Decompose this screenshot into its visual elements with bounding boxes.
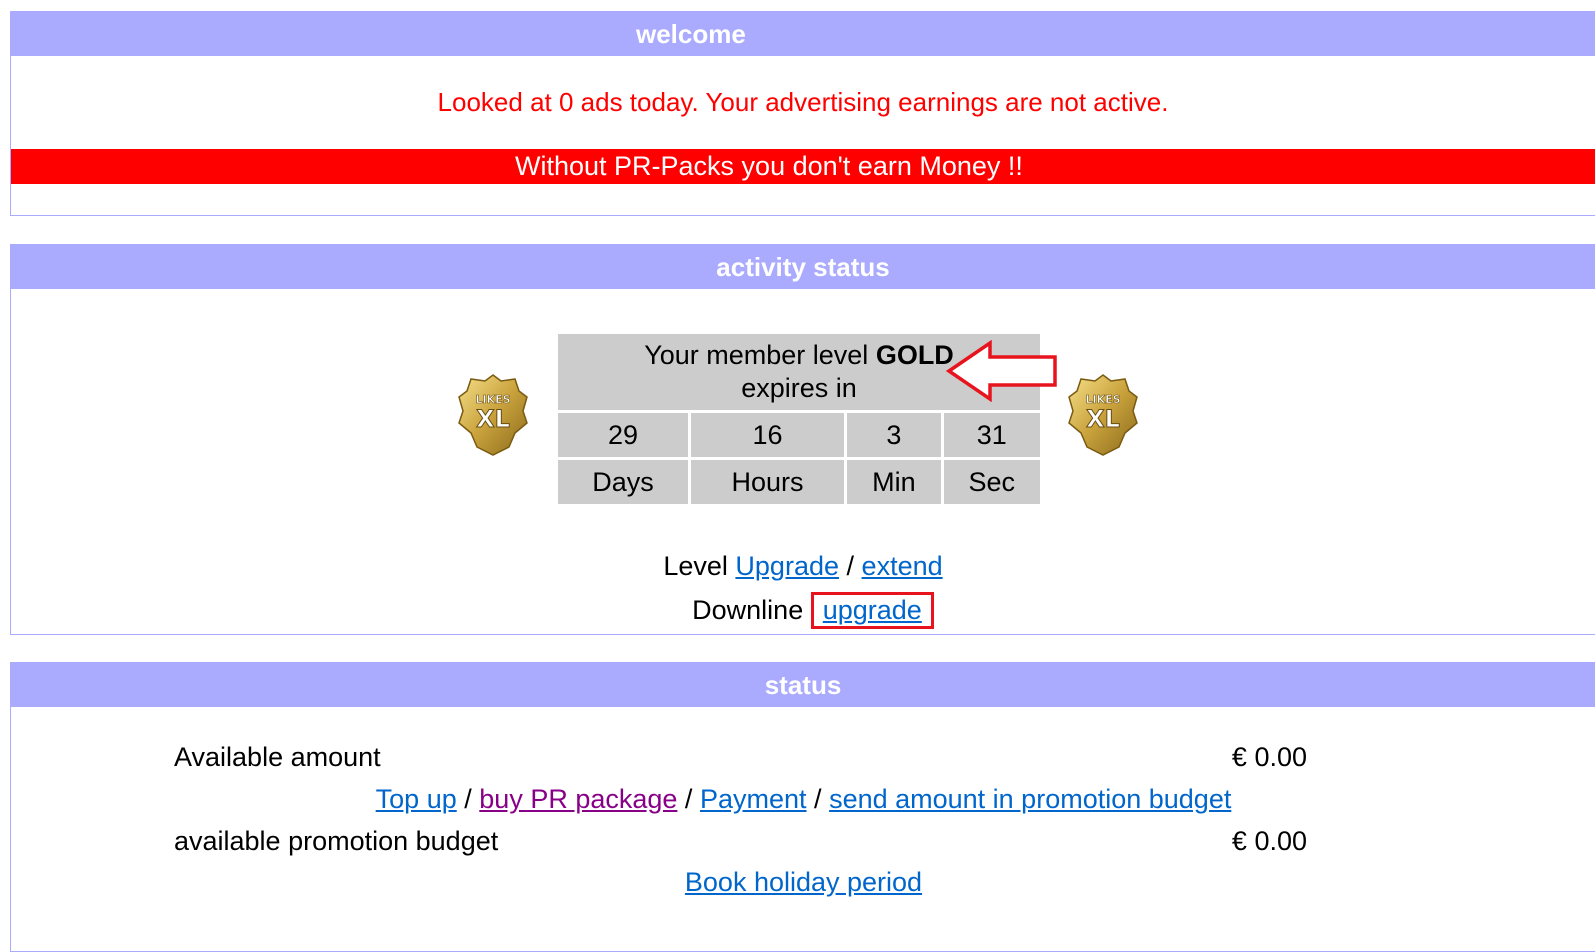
hours-value: 16 [690,413,845,457]
seconds-label: Sec [943,460,1040,504]
ads-notice: Looked at 0 ads today. Your advertising … [437,87,1169,117]
red-arrow-icon [946,340,1057,402]
minutes-label: Min [847,460,941,504]
separator: / [846,551,855,581]
pr-packs-warning: Without PR-Packs you don't earn Money !! [11,149,1595,184]
funding-links-row: Top up / buy PR package / Payment / send… [11,784,1595,815]
status-header: status [11,663,1595,707]
holiday-row: Book holiday period [11,867,1595,898]
downline-row: Downline upgrade [11,592,1595,629]
downline-label: Downline [692,595,804,625]
send-to-promotion-budget-link[interactable]: send amount in promotion budget [829,784,1231,814]
downline-upgrade-link[interactable]: upgrade [823,595,922,625]
downline-upgrade-highlight: upgrade [810,592,934,629]
minutes-value: 3 [847,413,941,457]
level-extend-link[interactable]: extend [862,551,943,581]
expires-label: expires in [741,373,857,403]
available-amount-row: Available amount € 0.00 [174,740,1307,774]
badge-label-large: XL [476,405,510,433]
level-label: Level [663,551,728,581]
status-panel: status Available amount € 0.00 Top up / … [10,662,1595,952]
activity-status-header: activity status [11,245,1595,289]
promotion-budget-row: available promotion budget € 0.00 [174,824,1307,858]
level-prefix: Your member level [644,340,869,370]
promotion-budget-value: € 0.00 [1231,826,1307,856]
buy-pr-package-link[interactable]: buy PR package [479,784,677,814]
top-up-link[interactable]: Top up [376,784,457,814]
welcome-panel: welcome Looked at 0 ads today. Your adve… [10,11,1595,216]
promotion-budget-label: available promotion budget [174,826,499,856]
welcome-header: welcome [11,12,1595,56]
activity-status-panel: activity status LIKES XL Your member lev… [10,244,1595,635]
level-upgrade-link[interactable]: Upgrade [735,551,839,581]
separator: / [464,784,472,814]
days-label: Days [558,460,688,504]
level-name: GOLD [875,340,954,370]
hours-label: Hours [690,460,845,504]
available-amount-value: € 0.00 [1231,742,1307,772]
level-links-row: Level Upgrade / extend [11,551,1595,582]
days-value: 29 [558,413,688,457]
seconds-value: 31 [943,413,1040,457]
separator: / [814,784,822,814]
payment-link[interactable]: Payment [700,784,807,814]
likes-xl-badge-right-icon: LIKES XL [1067,373,1139,457]
badge-label-large: XL [1086,405,1120,433]
separator: / [684,784,693,814]
available-amount-label: Available amount [174,742,381,772]
likes-xl-badge-left-icon: LIKES XL [457,373,529,457]
book-holiday-period-link[interactable]: Book holiday period [685,867,922,897]
